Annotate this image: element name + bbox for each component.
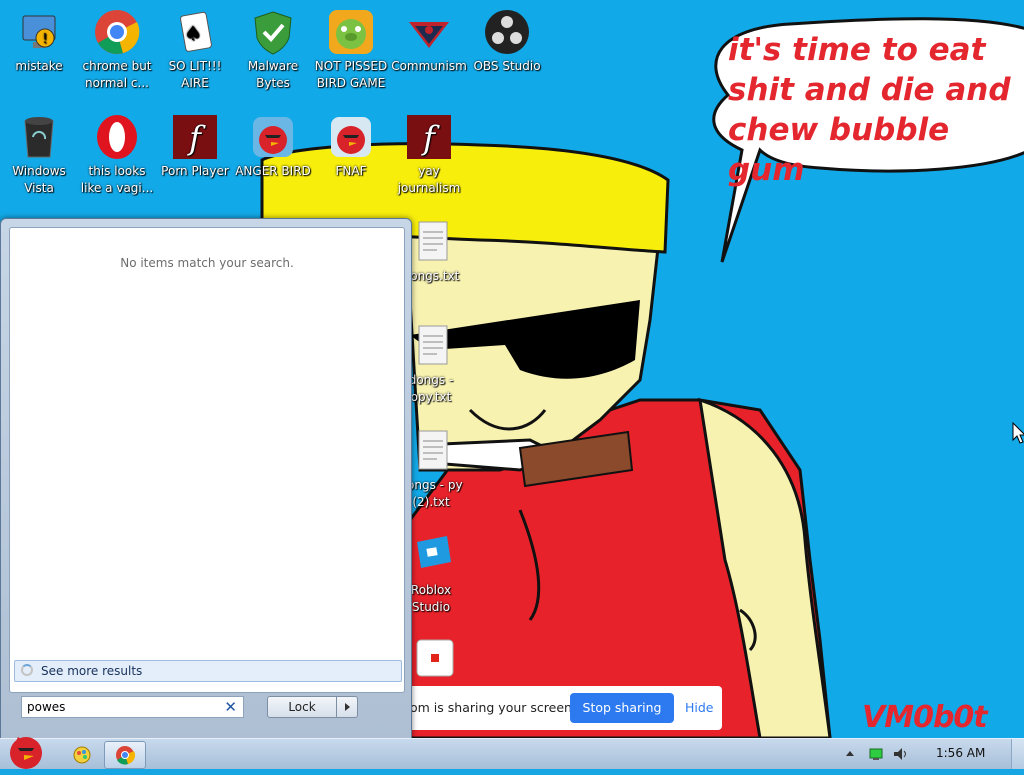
desktop-icon-obs[interactable]: OBS Studio — [468, 8, 546, 75]
desktop: it's time to eat shit and die and chew b… — [0, 0, 1024, 738]
system-tray: 1:56 AM — [844, 739, 1024, 769]
no-results-message: No items match your search. — [120, 256, 294, 270]
mouse-cursor-icon — [1012, 422, 1024, 444]
hide-share-bar-button[interactable]: Hide — [685, 700, 714, 715]
share-message: om is sharing your screen. — [410, 700, 576, 715]
lock-button[interactable]: Lock — [267, 696, 337, 718]
desktop-icon-mistake[interactable]: ! mistake — [0, 8, 78, 75]
pig-icon — [327, 8, 375, 56]
desktop-icon-label: Malware Bytes — [247, 59, 299, 90]
flash-icon: f — [405, 113, 453, 161]
network-icon[interactable] — [868, 746, 884, 762]
text-file-icon — [407, 427, 455, 475]
power-options-arrow-button[interactable] — [336, 696, 358, 718]
screen-share-bar: om is sharing your screen. Stop sharing … — [410, 686, 722, 730]
desktop-icon-chrome[interactable]: chrome but normal c... — [78, 8, 156, 92]
start-search-box[interactable]: ✕ — [21, 696, 244, 718]
desktop-icon-porn-player[interactable]: f Porn Player — [156, 113, 234, 180]
taskbar-clock[interactable]: 1:56 AM — [936, 746, 985, 760]
shield-check-icon — [249, 8, 297, 56]
desktop-icon-label: ANGER BIRD — [235, 164, 311, 178]
roblox-icon — [407, 636, 455, 684]
solitaire-cards-icon: ♠ — [171, 8, 219, 56]
desktop-icon-recycle-bin[interactable]: Windows Vista — [0, 113, 78, 197]
angry-bird-start-icon — [10, 737, 42, 769]
desktop-icon-label: Porn Player — [161, 164, 229, 178]
stop-sharing-button[interactable]: Stop sharing — [570, 693, 674, 723]
desktop-icon-label: FNAF — [335, 164, 367, 178]
show-desktop-button[interactable] — [1011, 739, 1024, 769]
text-file-icon — [407, 322, 455, 370]
desktop-icon-label: NOT PISSED BIRD GAME — [314, 59, 388, 90]
search-spinner-icon — [21, 664, 33, 676]
paint-icon — [73, 746, 91, 764]
text-file-icon — [407, 218, 455, 266]
see-more-results-button[interactable]: See more results — [14, 660, 402, 682]
start-menu: No items match your search. See more res… — [0, 218, 412, 738]
desktop-icon-communism[interactable]: Communism — [390, 8, 468, 75]
desktop-icon-solitaire[interactable]: ♠ SO LIT!!! AIRE — [156, 8, 234, 92]
taskbar-paint-button[interactable] — [62, 741, 102, 767]
angry-bird-icon — [327, 113, 375, 161]
desktop-icon-label: mistake — [15, 59, 63, 73]
computer-warning-icon: ! — [15, 8, 63, 56]
chrome-icon — [93, 8, 141, 56]
obs-icon — [483, 8, 531, 56]
svg-text:♠: ♠ — [184, 21, 202, 45]
volume-icon[interactable] — [892, 746, 908, 762]
show-hidden-icons-icon[interactable] — [846, 751, 854, 756]
svg-text:!: ! — [42, 32, 47, 47]
clear-search-icon[interactable]: ✕ — [224, 697, 237, 717]
desktop-icon-label: OBS Studio — [473, 59, 541, 73]
taskbar: 1:56 AM — [0, 737, 1024, 769]
emblem-icon — [405, 8, 453, 56]
desktop-icon-not-pissed-bird[interactable]: NOT PISSED BIRD GAME — [312, 8, 390, 92]
speech-bubble-text: it's time to eat shit and die and chew b… — [728, 32, 1011, 188]
see-more-label: See more results — [41, 664, 143, 678]
taskbar-chrome-button[interactable] — [104, 741, 146, 769]
desktop-icon-yay-journalism[interactable]: f yay journalism — [390, 113, 468, 197]
flash-icon: f — [171, 113, 219, 161]
desktop-icon-opera[interactable]: this looks like a vagi... — [78, 113, 156, 197]
desktop-icon-label: SO LIT!!! AIRE — [168, 59, 222, 90]
search-results-panel: No items match your search. See more res… — [9, 227, 405, 693]
opera-icon — [93, 113, 141, 161]
angry-bird-icon — [249, 113, 297, 161]
desktop-icon-fnaf[interactable]: FNAF — [312, 113, 390, 180]
start-button[interactable] — [2, 731, 52, 771]
desktop-icon-label: yay journalism — [397, 164, 461, 195]
desktop-icon-label: Windows Vista — [12, 164, 66, 195]
chrome-icon — [116, 746, 136, 765]
desktop-icon-anger-bird[interactable]: ANGER BIRD — [234, 113, 312, 180]
desktop-icon-label: chrome but normal c... — [82, 59, 152, 90]
start-search-input[interactable] — [27, 698, 217, 715]
desktop-icon-label: Communism — [391, 59, 467, 73]
roblox-studio-icon — [407, 532, 455, 580]
watermark: VM0b0t — [862, 700, 988, 735]
desktop-icon-malwarebytes[interactable]: Malware Bytes — [234, 8, 312, 92]
desktop-icon-label: this looks like a vagi... — [80, 164, 154, 195]
trash-bin-icon — [15, 113, 63, 161]
